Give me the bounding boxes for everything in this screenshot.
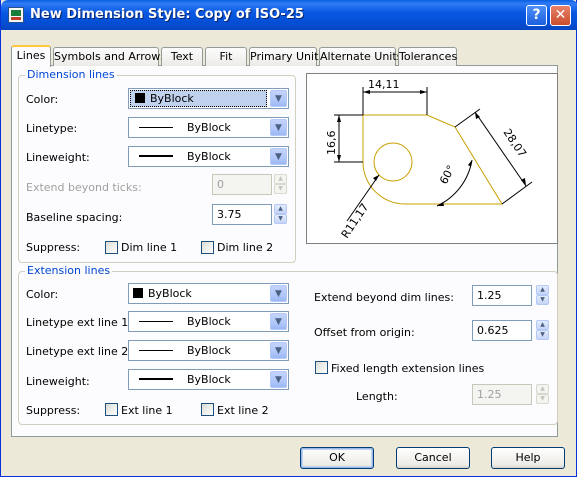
preview-hole-circle [373, 142, 413, 182]
chevron-down-icon[interactable]: ▼ [270, 119, 287, 136]
dim-suppress-label: Suppress: [26, 241, 81, 254]
preview-dim-top: 14,11 [368, 78, 400, 91]
spin-up-icon[interactable]: ▲ [536, 285, 549, 295]
window-title: New Dimension Style: Copy of ISO-25 [30, 7, 304, 22]
dim-lineweight-label: Lineweight: [26, 151, 90, 164]
dim-color-value: ByBlock [130, 90, 267, 107]
chevron-down-icon[interactable]: ▼ [270, 313, 287, 330]
fixed-length-checkbox[interactable] [315, 361, 328, 374]
chevron-down-icon[interactable]: ▼ [270, 342, 287, 359]
tab-symbols-and-arrows[interactable]: Symbols and Arrows [53, 47, 166, 66]
dim-linetype-value: ByBlock [129, 118, 268, 137]
length-label: Length: [356, 390, 398, 403]
ext-linetype1-label: Linetype ext line 1: [26, 316, 132, 329]
preview-dim-radius: R11,17 [339, 201, 372, 241]
extend-beyond-ticks-input[interactable]: 0 [212, 174, 272, 195]
ext-lineweight-label: Lineweight: [26, 375, 90, 388]
dimension-lines-legend: Dimension lines [25, 68, 117, 81]
dim-lineweight-select[interactable]: ByBlock ▼ [128, 146, 289, 167]
line-sample-icon [139, 350, 173, 351]
preview-dim-left: 16,6 [325, 131, 338, 156]
offset-from-origin-spinner[interactable]: ▲ ▼ [536, 320, 549, 341]
dim-color-label: Color: [26, 93, 59, 106]
extend-beyond-dim-spinner[interactable]: ▲ ▼ [536, 285, 549, 306]
chevron-down-icon[interactable]: ▼ [270, 90, 287, 107]
extend-beyond-dim-input[interactable]: 1.25 [472, 285, 532, 306]
ext-lineweight-value: ByBlock [129, 370, 268, 389]
extension-lines-legend: Extension lines [25, 264, 113, 277]
cancel-button[interactable]: Cancel [396, 447, 470, 469]
app-icon [8, 7, 24, 23]
ext-linetype1-value: ByBlock [129, 312, 268, 331]
dim-line-1-label[interactable]: Dim line 1 [121, 241, 177, 254]
spin-up-icon[interactable]: ▲ [536, 384, 549, 394]
offset-from-origin-label: Offset from origin: [314, 326, 415, 339]
spin-down-icon[interactable]: ▼ [274, 184, 287, 194]
color-swatch-icon [135, 93, 145, 103]
ext-line-1-checkbox[interactable] [105, 403, 118, 416]
dim-color-select[interactable]: ByBlock ▼ [128, 88, 289, 109]
ext-line-2-checkbox[interactable] [201, 403, 214, 416]
fixed-length-label[interactable]: Fixed length extension lines [331, 362, 484, 375]
spin-up-icon[interactable]: ▲ [274, 174, 287, 184]
color-swatch-icon [133, 288, 143, 298]
dim-linetype-select[interactable]: ByBlock ▼ [128, 117, 289, 138]
tab-lines[interactable]: Lines [11, 45, 51, 67]
spin-down-icon[interactable]: ▼ [274, 214, 287, 224]
dim-lineweight-value: ByBlock [129, 147, 268, 166]
baseline-spacing-label: Baseline spacing: [26, 211, 123, 224]
dim-linetype-label: Linetype: [26, 122, 78, 135]
line-sample-icon [139, 127, 173, 128]
baseline-spacing-spinner[interactable]: ▲ ▼ [274, 204, 287, 225]
ext-color-value: ByBlock [129, 284, 268, 303]
dim-line-2-label[interactable]: Dim line 2 [217, 241, 273, 254]
dialog-window: New Dimension Style: Copy of ISO-25 ? ✕ … [0, 0, 577, 477]
preview-drawing: 14,11 16,6 28,07 60° R11,17 [325, 78, 533, 241]
extend-beyond-ticks-label: Extend beyond ticks: [26, 181, 142, 194]
title-bar[interactable]: New Dimension Style: Copy of ISO-25 ? ✕ [1, 0, 577, 30]
ok-button[interactable]: OK [300, 447, 374, 469]
tab-alternate-units[interactable]: Alternate Units [319, 47, 402, 66]
dimension-preview: 14,11 16,6 28,07 60° R11,17 [306, 73, 558, 244]
line-sample-icon [139, 155, 173, 157]
close-button[interactable]: ✕ [550, 5, 571, 26]
line-sample-icon [139, 321, 173, 322]
chevron-down-icon[interactable]: ▼ [270, 285, 287, 302]
ext-linetype2-value: ByBlock [129, 341, 268, 360]
baseline-spacing-input[interactable]: 3.75 [212, 204, 272, 225]
ext-lineweight-select[interactable]: ByBlock ▼ [128, 369, 289, 390]
spin-down-icon[interactable]: ▼ [536, 330, 549, 340]
chevron-down-icon[interactable]: ▼ [270, 371, 287, 388]
spin-down-icon[interactable]: ▼ [536, 295, 549, 305]
tab-tolerances[interactable]: Tolerances [398, 47, 457, 66]
tab-fit[interactable]: Fit [205, 47, 247, 66]
extend-beyond-dim-label: Extend beyond dim lines: [314, 291, 454, 304]
ext-color-label: Color: [26, 288, 59, 301]
extend-beyond-ticks-spinner[interactable]: ▲ ▼ [274, 174, 287, 195]
ext-suppress-label: Suppress: [26, 404, 81, 417]
offset-from-origin-input[interactable]: 0.625 [472, 320, 532, 341]
tab-primary-units[interactable]: Primary Units [249, 47, 324, 66]
ext-color-select[interactable]: ByBlock ▼ [128, 283, 289, 304]
ext-linetype2-label: Linetype ext line 2: [26, 345, 132, 358]
spin-up-icon[interactable]: ▲ [536, 320, 549, 330]
help-question-button[interactable]: ? [526, 5, 547, 26]
dim-line-2-checkbox[interactable] [201, 241, 214, 254]
ext-line-2-label[interactable]: Ext line 2 [217, 404, 269, 417]
chevron-down-icon[interactable]: ▼ [270, 148, 287, 165]
length-input[interactable]: 1.25 [472, 384, 532, 405]
tab-text[interactable]: Text [161, 47, 203, 66]
spin-up-icon[interactable]: ▲ [274, 204, 287, 214]
dim-line-1-checkbox[interactable] [105, 241, 118, 254]
spin-down-icon[interactable]: ▼ [536, 394, 549, 404]
preview-part-outline [362, 114, 503, 205]
ext-line-1-label[interactable]: Ext line 1 [121, 404, 173, 417]
ext-linetype1-select[interactable]: ByBlock ▼ [128, 311, 289, 332]
length-spinner[interactable]: ▲ ▼ [536, 384, 549, 405]
ext-linetype2-select[interactable]: ByBlock ▼ [128, 340, 289, 361]
help-button[interactable]: Help [491, 447, 565, 469]
preview-dim-angle: 60° [437, 163, 458, 186]
line-sample-icon [139, 378, 173, 380]
